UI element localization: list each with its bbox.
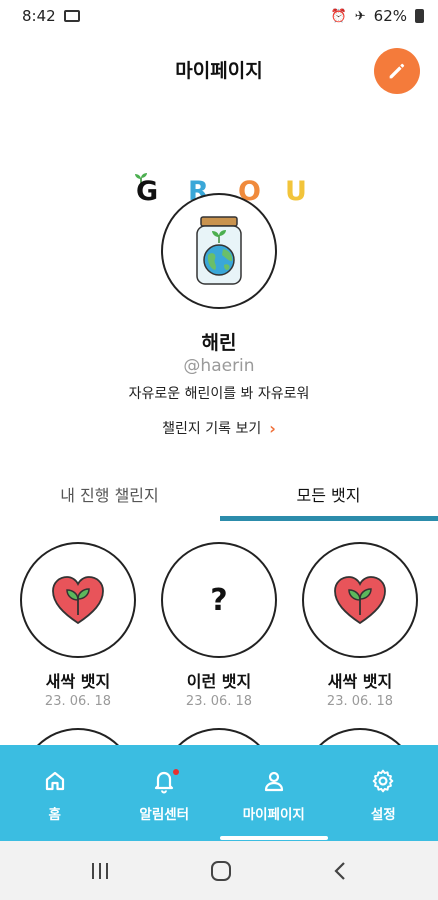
header: 마이페이지 <box>0 40 438 100</box>
gear-icon <box>372 769 394 793</box>
back-icon[interactable] <box>330 860 350 882</box>
earth-jar-icon <box>196 216 242 285</box>
badge-circle <box>302 542 418 658</box>
badge-circle <box>20 542 136 658</box>
nav-settings-label: 설정 <box>370 807 396 823</box>
active-nav-indicator <box>220 836 328 840</box>
sprout-heart-icon <box>52 576 104 625</box>
home-icon <box>45 771 64 791</box>
nav-notifications[interactable]: 알림센터 <box>110 745 220 841</box>
logo-letter-g: G <box>136 176 159 207</box>
chevron-right-icon: › <box>269 418 276 438</box>
sprout-heart-icon <box>334 576 386 625</box>
badge-name: 새싹 뱃지 <box>327 672 393 691</box>
battery-icon <box>415 9 424 23</box>
nav-home[interactable]: 홈 <box>0 745 110 841</box>
tab-bar: 내 진행 챌린지 모든 뱃지 <box>0 472 438 522</box>
page-title: 마이페이지 <box>175 60 263 82</box>
badge-date: 23. 06. 18 <box>185 694 253 709</box>
avatar[interactable] <box>161 193 277 309</box>
gallery-notification-icon <box>63 10 80 22</box>
home-button-icon[interactable] <box>209 859 233 883</box>
badge-item[interactable]: 새싹 뱃지 23. 06. 18 <box>20 542 136 709</box>
edit-profile-button[interactable] <box>374 48 420 94</box>
challenge-history-label: 챌린지 기록 보기 <box>162 421 262 437</box>
battery-percent: 62% <box>373 7 407 25</box>
status-time: 8:42 <box>22 7 56 25</box>
profile-bio: 자유로운 해린이를 봐 자유로워 <box>128 386 310 402</box>
nav-settings[interactable]: 설정 <box>329 745 438 841</box>
nav-mypage-label: 마이페이지 <box>242 807 305 823</box>
badge-name: 새싹 뱃지 <box>45 672 111 691</box>
badge-date: 23. 06. 18 <box>44 694 112 709</box>
nav-home-label: 홈 <box>48 807 61 823</box>
challenge-history-link[interactable]: 챌린지 기록 보기 › <box>0 418 438 438</box>
status-bar: 8:42 ⏰ ✈ 62% <box>0 0 438 32</box>
tab-all-badges[interactable]: 모든 뱃지 <box>219 472 438 522</box>
bottom-navigation: 홈 알림센터 마이페이지 설정 <box>0 745 438 841</box>
active-tab-indicator <box>220 516 438 521</box>
logo-letter-u: U <box>285 176 307 207</box>
system-navigation-bar <box>0 841 438 900</box>
notification-dot <box>173 769 179 775</box>
badge-name: 이런 뱃지 <box>186 672 252 691</box>
question-icon: ? <box>210 582 228 618</box>
badge-item[interactable]: 새싹 뱃지 23. 06. 18 <box>302 542 418 709</box>
nav-mypage[interactable]: 마이페이지 <box>219 745 329 841</box>
badge-date: 23. 06. 18 <box>326 694 394 709</box>
person-icon <box>264 771 283 792</box>
pencil-icon <box>389 63 405 79</box>
profile-name: 해린 <box>201 332 237 354</box>
alarm-icon: ⏰ <box>330 8 347 24</box>
badge-item[interactable]: ? 이런 뱃지 23. 06. 18 <box>161 542 277 709</box>
profile-handle: @haerin <box>183 356 255 376</box>
recent-apps-icon[interactable] <box>88 861 112 881</box>
nav-notifications-label: 알림센터 <box>139 807 190 823</box>
airplane-mode-icon: ✈ <box>354 8 366 24</box>
badge-circle: ? <box>161 542 277 658</box>
tab-my-challenges[interactable]: 내 진행 챌린지 <box>0 472 219 522</box>
